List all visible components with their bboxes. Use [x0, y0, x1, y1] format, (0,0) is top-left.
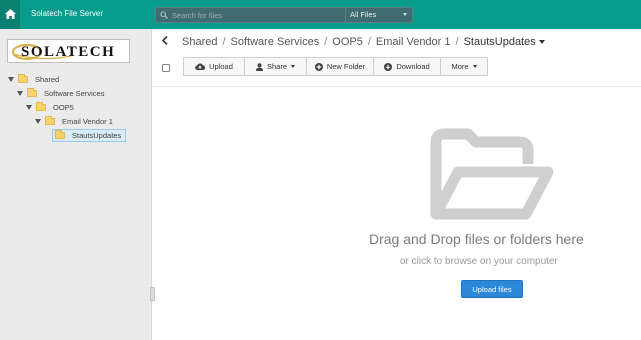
upload-button-label: Upload [209, 62, 233, 71]
toolbar: Upload Share New Folder Download More [183, 57, 488, 76]
breadcrumb-separator: / [367, 36, 371, 48]
download-button[interactable]: Download [373, 57, 441, 76]
caret-down-icon [538, 40, 545, 45]
breadcrumb-item-email-vendor-1[interactable]: Email Vendor 1 [376, 36, 451, 48]
search-icon [160, 11, 168, 21]
home-icon [4, 8, 16, 21]
folder-icon [36, 101, 46, 111]
more-button[interactable]: More [440, 57, 488, 76]
tree-item-software-services[interactable]: Software Services [17, 87, 104, 99]
sidebar-collapse-handle[interactable] [150, 287, 155, 301]
user-icon [255, 62, 263, 71]
breadcrumb-current-label: StautsUpdates [463, 36, 536, 48]
new-folder-button-label: New Folder [326, 62, 366, 71]
folder-icon [55, 130, 65, 139]
plus-circle-icon [314, 62, 323, 71]
dropzone-browse-link[interactable]: or click to browse on your computer [400, 256, 558, 267]
tree-item-label: StautsUpdates [72, 131, 122, 140]
search-box[interactable]: All Files [155, 7, 413, 23]
caret-down-icon[interactable] [8, 76, 14, 82]
select-all-checkbox[interactable] [162, 64, 170, 72]
top-bar: Solatech File Server All Files [0, 0, 641, 29]
folder-icon [18, 73, 28, 83]
breadcrumb-separator: / [455, 36, 459, 48]
file-filter-select[interactable]: All Files [345, 8, 413, 22]
share-button[interactable]: Share [244, 57, 307, 76]
tree-item-label: Software Services [44, 88, 105, 98]
breadcrumb-item-software-services[interactable]: Software Services [231, 36, 320, 48]
share-button-label: Share [266, 62, 287, 71]
breadcrumb-separator: / [222, 36, 226, 48]
divider [152, 86, 641, 87]
company-logo: SOLATECH [7, 39, 130, 63]
tree-item-label: Email Vendor 1 [62, 116, 113, 126]
caret-down-icon[interactable] [26, 104, 32, 110]
caret-down-icon [472, 65, 477, 68]
file-filter-value: All Files [350, 10, 377, 19]
back-chevron-icon[interactable] [161, 35, 168, 48]
tree-item-shared[interactable]: Shared [8, 73, 59, 85]
new-folder-button[interactable]: New Folder [306, 57, 374, 76]
open-folder-icon [428, 128, 554, 222]
search-input[interactable] [172, 9, 340, 21]
tree-item-label: OOP5 [53, 102, 74, 112]
tree-item-email-vendor-1[interactable]: Email Vendor 1 [35, 115, 113, 127]
tree-item-label: Shared [35, 74, 60, 84]
upload-files-button[interactable]: Upload files [461, 280, 523, 298]
breadcrumb: Shared / Software Services / OOP5 / Emai… [161, 35, 545, 48]
tree-item-stautsupdates[interactable]: StautsUpdates [52, 129, 127, 142]
tree-item-oop5[interactable]: OOP5 [26, 101, 74, 113]
download-button-label: Download [396, 62, 430, 71]
logo-text: SOLATECH [21, 44, 116, 60]
dropzone-title: Drag and Drop files or folders here [369, 231, 584, 247]
sidebar: SOLATECH Shared Software Services OOP5 E… [0, 29, 152, 340]
caret-down-icon[interactable] [35, 118, 41, 124]
upload-button[interactable]: Upload [183, 57, 245, 76]
download-circle-icon [384, 62, 393, 71]
caret-down-icon [291, 65, 295, 68]
breadcrumb-current-folder[interactable]: StautsUpdates [464, 36, 545, 48]
breadcrumb-separator: / [324, 36, 328, 48]
folder-icon [27, 87, 37, 97]
caret-down-icon[interactable] [17, 90, 23, 96]
chevron-down-icon [403, 13, 407, 16]
more-button-label: More [451, 62, 469, 71]
app-title: Solatech File Server [31, 9, 104, 18]
breadcrumb-item-oop5[interactable]: OOP5 [332, 36, 363, 48]
breadcrumb-item-shared[interactable]: Shared [182, 36, 217, 48]
cloud-upload-icon [195, 63, 206, 70]
folder-icon [45, 115, 55, 125]
home-button[interactable] [0, 0, 20, 29]
